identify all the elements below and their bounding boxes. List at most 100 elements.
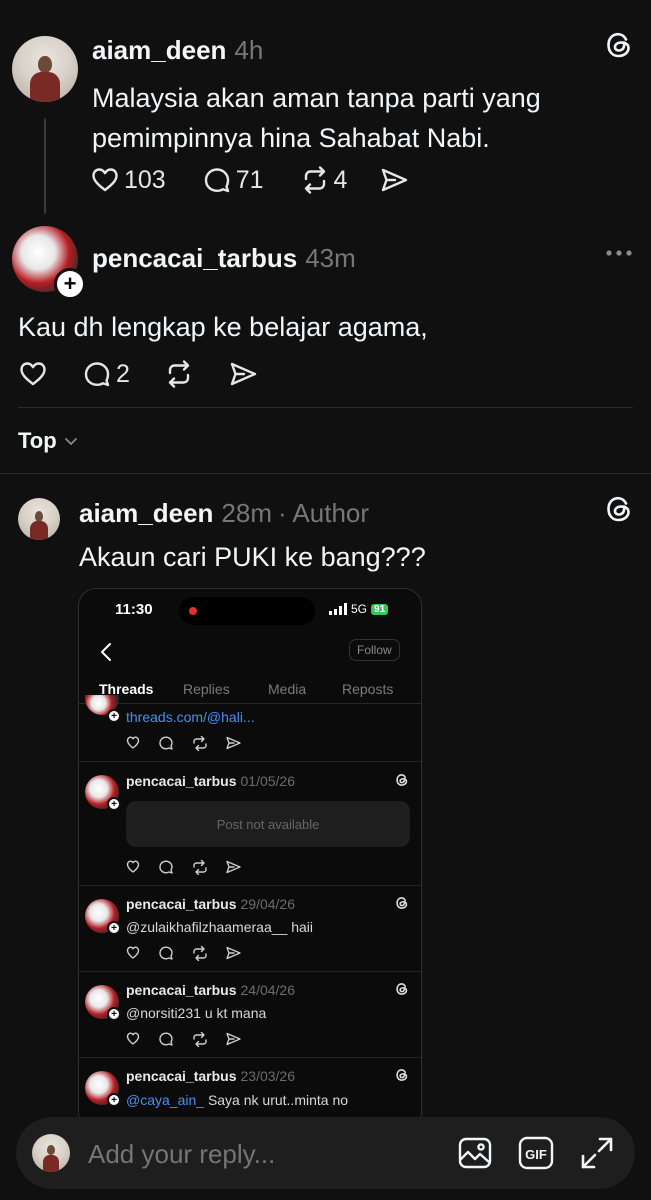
attach-image-button[interactable] [457, 1135, 493, 1176]
post-username: pencacai_tarbus [126, 982, 237, 998]
share-button[interactable] [228, 359, 258, 389]
reply-bar: GIF [16, 1117, 635, 1189]
threads-icon[interactable] [604, 30, 634, 65]
threads-icon[interactable] [604, 494, 634, 529]
tab-media[interactable]: Media [268, 681, 306, 697]
repost-button[interactable] [164, 359, 194, 389]
post-text: @norsiti231 u kt mana [126, 1005, 266, 1021]
avatar[interactable] [18, 498, 60, 540]
repost-button[interactable]: 4 [300, 165, 348, 195]
image-icon [458, 1137, 492, 1169]
threads-icon [396, 774, 408, 786]
follow-plus-icon: + [107, 1093, 121, 1107]
post-time: 4h [234, 34, 264, 65]
expand-button[interactable] [579, 1135, 615, 1176]
divider [79, 761, 421, 762]
post-text-line: pemimpinnya hina Sahabat Nabi. [92, 123, 490, 153]
post-body: u kt mana [204, 1005, 267, 1021]
post-username: pencacai_tarbus [126, 773, 237, 789]
tab-replies[interactable]: Replies [183, 681, 230, 697]
sort-dropdown[interactable]: Top [18, 426, 79, 456]
reply-username[interactable]: pencacai_tarbus [92, 243, 297, 274]
threads-icon [396, 897, 408, 909]
post-unavailable-notice: Post not available [126, 801, 410, 847]
heart-icon [20, 362, 46, 386]
post-date: 01/05/26 [240, 773, 296, 789]
post-body: Saya nk urut..minta no [207, 1092, 349, 1108]
signal-icon [329, 603, 347, 615]
share-icon [230, 362, 257, 386]
embedded-screenshot[interactable]: 11:30 5G 91 Follow Threads Replies Media… [78, 588, 422, 1130]
threads-icon [396, 983, 408, 995]
post-header: pencacai_tarbus 29/04/26 [126, 896, 295, 912]
follow-plus-icon[interactable]: + [54, 268, 86, 300]
post-mention: @norsiti231 [126, 1005, 201, 1021]
post-header: pencacai_tarbus 23/03/26 [126, 1068, 295, 1084]
author-tag: · Author [277, 497, 370, 528]
share-button[interactable] [379, 165, 409, 195]
post-text: Malaysia akan aman tanpa parti yang pemi… [92, 78, 541, 158]
status-icons: 5G 91 [329, 601, 389, 617]
chevron-down-icon [64, 438, 77, 445]
post-mention: @zulaikhafilzhaameraa__ [126, 919, 288, 935]
avatar[interactable] [12, 36, 78, 102]
post-actions [126, 859, 246, 880]
heart-icon [92, 168, 118, 192]
post-text: @caya_ain_ Saya nk urut..minta no [126, 1092, 348, 1108]
post-username[interactable]: aiam_deen [92, 35, 226, 66]
follow-plus-icon: + [107, 1007, 121, 1021]
dynamic-island [179, 597, 315, 625]
more-icon [606, 250, 632, 256]
comment-button[interactable]: 2 [82, 359, 130, 389]
reply-header: pencacai_tarbus 43m [92, 240, 356, 276]
post-link[interactable]: threads.com/@hali... [126, 709, 255, 725]
post-actions [126, 1031, 246, 1052]
back-icon[interactable] [99, 641, 113, 663]
like-button[interactable]: 103 [90, 165, 166, 195]
reply-text: Kau dh lengkap ke belajar agama, [18, 312, 428, 342]
action-icons [126, 735, 241, 752]
post-date: 29/04/26 [240, 896, 296, 912]
action-icons [126, 1031, 241, 1048]
follow-plus-icon: + [107, 709, 121, 723]
post-mention: @caya_ain_ [126, 1092, 205, 1108]
gif-icon: GIF [518, 1136, 554, 1170]
action-icons [126, 945, 241, 962]
post-body: haii [291, 919, 313, 935]
expand-icon [581, 1137, 613, 1169]
divider [0, 473, 651, 474]
tab-reposts[interactable]: Reposts [342, 681, 393, 697]
divider [18, 407, 633, 408]
post-header: pencacai_tarbus 24/04/26 [126, 982, 295, 998]
more-options-button[interactable] [605, 238, 633, 273]
like-button[interactable] [18, 359, 48, 389]
post-actions [126, 735, 246, 756]
comment-button[interactable]: 71 [202, 165, 264, 195]
author-reply-username[interactable]: aiam_deen [79, 498, 213, 529]
threads-icon [396, 1069, 408, 1081]
author-reply-time: 28m [221, 497, 272, 528]
post-header: pencacai_tarbus 01/05/26 [126, 773, 295, 789]
network-label: 5G [351, 602, 368, 616]
repost-count: 4 [333, 165, 348, 194]
reply-time: 43m [305, 242, 356, 273]
post-actions: 103 71 4 [90, 162, 409, 198]
divider [79, 703, 421, 704]
post-date: 23/03/26 [240, 1068, 296, 1084]
follow-button[interactable]: Follow [349, 639, 400, 661]
comment-icon [84, 362, 110, 387]
sort-label: Top [18, 428, 57, 453]
author-reply-text: Akaun cari PUKI ke bang??? [79, 542, 426, 572]
comment-count: 71 [235, 165, 264, 194]
divider [79, 885, 421, 886]
action-icons [126, 859, 241, 876]
post-text-line: Malaysia akan aman tanpa parti yang [92, 83, 541, 113]
post-username: pencacai_tarbus [126, 1068, 237, 1084]
thread-connector-line [44, 118, 46, 214]
post-date: 24/04/26 [240, 982, 296, 998]
attach-gif-button[interactable]: GIF [518, 1135, 554, 1176]
divider [79, 971, 421, 972]
comment-count: 2 [116, 359, 130, 388]
recording-dot-icon [189, 607, 197, 615]
reply-input[interactable] [86, 1131, 430, 1177]
